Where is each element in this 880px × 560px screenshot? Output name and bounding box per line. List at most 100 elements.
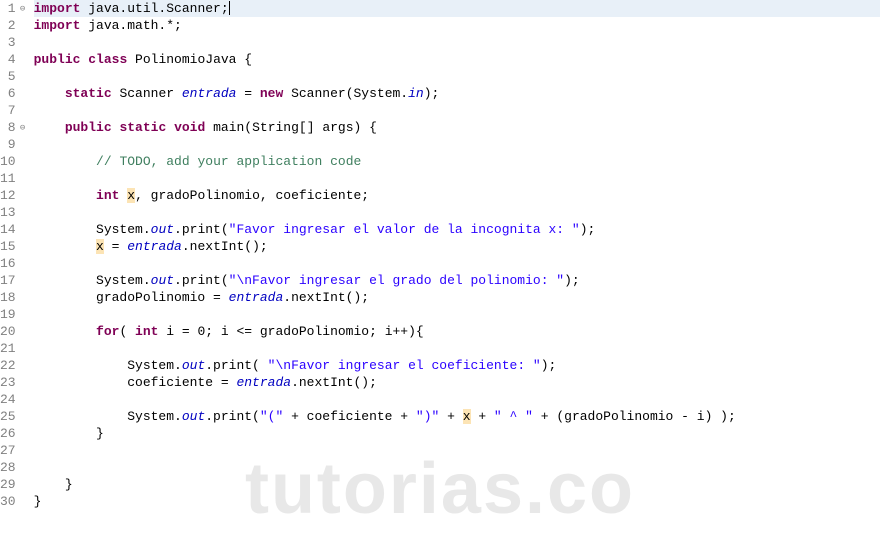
line-number: 23 (0, 374, 28, 391)
code-line[interactable]: coeficiente = entrada.nextInt(); (34, 374, 880, 391)
code-token: = (104, 239, 127, 254)
code-token: int (135, 324, 158, 339)
line-number: 1⊖ (0, 0, 28, 17)
code-token: System. (34, 358, 182, 373)
code-token: out (151, 273, 174, 288)
code-token: import (34, 1, 81, 16)
code-line[interactable]: public class PolinomioJava { (34, 51, 880, 68)
code-token: out (182, 409, 205, 424)
code-token: gradoPolinomio = (34, 290, 229, 305)
line-number: 3 (0, 34, 28, 51)
code-token: static (65, 86, 112, 101)
code-token: entrada (229, 290, 284, 305)
code-line[interactable]: System.out.print( "\nFavor ingresar el c… (34, 357, 880, 374)
code-token: public (34, 52, 81, 67)
code-line[interactable] (34, 34, 880, 51)
code-token: new (260, 86, 283, 101)
code-line[interactable] (34, 102, 880, 119)
line-number: 2 (0, 17, 28, 34)
code-line[interactable] (34, 340, 880, 357)
code-token: System. (34, 409, 182, 424)
code-token: .nextInt(); (182, 239, 268, 254)
line-number: 30 (0, 493, 28, 510)
code-line[interactable]: for( int i = 0; i <= gradoPolinomio; i++… (34, 323, 880, 340)
code-token: x (127, 188, 135, 203)
code-token: Scanner(System. (283, 86, 408, 101)
code-line[interactable] (34, 306, 880, 323)
code-line[interactable] (34, 459, 880, 476)
code-line[interactable]: // TODO, add your application code (34, 153, 880, 170)
code-line[interactable] (34, 391, 880, 408)
code-token: } (34, 426, 104, 441)
code-line[interactable] (34, 255, 880, 272)
code-token (34, 324, 96, 339)
code-token: PolinomioJava { (127, 52, 252, 67)
line-number: 19 (0, 306, 28, 323)
code-token: // (96, 154, 119, 169)
code-token: x (463, 409, 471, 424)
code-line[interactable]: } (34, 493, 880, 510)
code-line[interactable]: } (34, 425, 880, 442)
code-token: ( (119, 324, 135, 339)
code-line[interactable]: } (34, 476, 880, 493)
line-number: 7 (0, 102, 28, 119)
code-token: + (471, 409, 494, 424)
code-token: int (96, 188, 119, 203)
code-line[interactable]: x = entrada.nextInt(); (34, 238, 880, 255)
code-line[interactable]: int x, gradoPolinomio, coeficiente; (34, 187, 880, 204)
line-number-gutter: 1⊖2345678⊖910111213141516171819202122232… (0, 0, 32, 510)
code-token: entrada (236, 375, 291, 390)
code-token (166, 120, 174, 135)
code-token: out (151, 222, 174, 237)
code-token: , gradoPolinomio, coeficiente; (135, 188, 369, 203)
code-token: main(String[] args) { (205, 120, 377, 135)
code-token: + (439, 409, 462, 424)
code-editor[interactable]: 1⊖2345678⊖910111213141516171819202122232… (0, 0, 880, 510)
line-number: 22 (0, 357, 28, 374)
code-token: ); (580, 222, 596, 237)
code-token: , add your application code (151, 154, 362, 169)
code-token: } (34, 494, 42, 509)
code-token: entrada (127, 239, 182, 254)
code-line[interactable]: public static void main(String[] args) { (34, 119, 880, 136)
line-number: 20 (0, 323, 28, 340)
code-line[interactable] (34, 170, 880, 187)
code-token: x (96, 239, 104, 254)
code-line[interactable]: import java.util.Scanner; (34, 0, 880, 17)
code-token: ); (424, 86, 440, 101)
code-token: .nextInt(); (291, 375, 377, 390)
code-line[interactable]: gradoPolinomio = entrada.nextInt(); (34, 289, 880, 306)
line-number: 18 (0, 289, 28, 306)
line-number: 5 (0, 68, 28, 85)
code-line[interactable]: System.out.print("Favor ingresar el valo… (34, 221, 880, 238)
code-token: java.util.Scanner; (80, 1, 228, 16)
code-line[interactable]: System.out.print("(" + coeficiente + ")"… (34, 408, 880, 425)
code-line[interactable]: import java.math.*; (34, 17, 880, 34)
code-line[interactable] (34, 442, 880, 459)
text-cursor (229, 1, 230, 15)
code-token: coeficiente = (34, 375, 237, 390)
code-token: entrada (182, 86, 237, 101)
code-line[interactable]: System.out.print("\nFavor ingresar el gr… (34, 272, 880, 289)
code-area[interactable]: import java.util.Scanner;import java.mat… (32, 0, 880, 510)
code-token: class (88, 52, 127, 67)
line-number: 9 (0, 136, 28, 153)
code-token: static (119, 120, 166, 135)
fold-toggle-icon[interactable]: ⊖ (18, 4, 28, 14)
line-number: 29 (0, 476, 28, 493)
code-token: java.math.*; (80, 18, 181, 33)
line-number: 28 (0, 459, 28, 476)
code-token: System. (34, 222, 151, 237)
code-line[interactable] (34, 136, 880, 153)
code-token: .print( (174, 222, 229, 237)
code-token: Scanner (112, 86, 182, 101)
code-token: import (34, 18, 81, 33)
code-token: .print( (174, 273, 229, 288)
code-line[interactable] (34, 204, 880, 221)
line-number: 15 (0, 238, 28, 255)
code-token: .print( (205, 358, 267, 373)
code-line[interactable] (34, 68, 880, 85)
fold-toggle-icon[interactable]: ⊖ (18, 123, 28, 133)
code-line[interactable]: static Scanner entrada = new Scanner(Sys… (34, 85, 880, 102)
code-token: void (174, 120, 205, 135)
